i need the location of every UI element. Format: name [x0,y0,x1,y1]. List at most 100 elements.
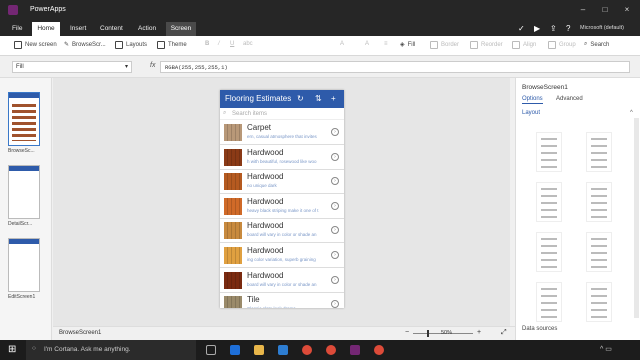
font-size-down-button[interactable]: A [365,41,369,47]
layout-option[interactable] [586,182,612,222]
powerapps-taskbar-icon[interactable] [350,345,360,355]
tab-file[interactable]: File [12,25,22,32]
border-button[interactable]: Border [430,41,459,49]
app-screen-preview[interactable]: Flooring Estimates ↻ ⇅ + ⌕ Search items … [220,90,344,308]
screen-thumbnail-detail[interactable] [8,165,40,219]
layout-option[interactable] [586,132,612,172]
strike-button[interactable]: abc [243,41,253,47]
help-icon[interactable]: ? [566,24,570,33]
item-thumbnail [224,148,242,166]
layouts-button[interactable]: Layouts [115,41,147,49]
layout-option[interactable] [536,282,562,322]
search-box[interactable]: ⌕ Search items [220,108,344,120]
layout-option[interactable] [586,282,612,322]
chrome-icon[interactable] [302,345,312,355]
layout-option[interactable] [536,182,562,222]
gallery-item[interactable]: Hardwood ing color variation, superb grai… [220,244,344,268]
fill-button[interactable]: ◈ Fill [400,41,415,49]
chevron-right-icon[interactable]: › [331,128,339,136]
item-title: Hardwood [247,172,284,182]
gallery-item[interactable]: Hardwood h with beautiful, rosewood like … [220,146,344,170]
add-icon[interactable]: + [331,94,336,103]
system-tray-icon[interactable]: ^ ▭ [600,345,612,353]
item-title: Hardwood [247,246,284,255]
layout-option[interactable] [586,232,612,272]
windows-start-icon[interactable]: ⊞ [8,344,16,355]
play-icon[interactable]: ▶ [534,24,540,33]
edge-icon[interactable] [230,345,240,355]
share-icon[interactable]: ⇪ [550,24,557,33]
screen-thumbnail-edit[interactable] [8,238,40,292]
item-title: Hardwood [247,196,284,206]
account-label[interactable]: Microsoft (default) [580,25,624,31]
tab-screen[interactable]: Screen [166,22,196,36]
fit-to-window-icon[interactable]: ⤢ [501,329,507,337]
tab-action[interactable]: Action [138,25,156,32]
file-explorer-icon[interactable] [254,345,264,355]
chevron-right-icon[interactable]: › [331,152,339,161]
task-view-icon[interactable] [206,345,216,355]
store-icon[interactable] [278,345,288,355]
zoom-level: 50% [441,330,453,336]
tab-options[interactable]: Options [522,96,543,104]
screen-selector-button[interactable]: ✎ BrowseScr... [64,41,106,49]
properties-scrollbar[interactable] [634,118,639,318]
gallery-item[interactable]: Carpet ern, casual atmosphere that invite… [220,121,344,145]
align-text-button[interactable]: ≡ [384,41,388,47]
item-description: ing color variation, superb graining [247,257,316,262]
bold-button[interactable]: B [205,41,209,47]
microphone-icon: ○ [32,345,36,352]
cortana-search-box[interactable]: ○ I'm Cortana. Ask me anything. [26,340,196,360]
chevron-right-icon[interactable]: › [331,300,339,308]
layout-option[interactable] [536,232,562,272]
new-screen-button[interactable]: New screen [14,41,57,49]
gallery-item[interactable]: Hardwood heavy black striping make it one… [220,195,344,219]
chevron-right-icon[interactable]: › [331,177,339,186]
tab-insert[interactable]: Insert [70,25,86,32]
underline-button[interactable]: U [230,41,234,47]
layout-section-label[interactable]: Layout [522,110,540,116]
italic-button[interactable]: / [218,41,220,47]
zoom-slider-handle[interactable] [427,330,429,337]
maximize-icon[interactable]: □ [600,5,610,15]
minimize-icon[interactable]: – [578,5,588,15]
item-thumbnail [224,124,242,141]
gallery-item[interactable]: Hardwood no unique dark › [220,170,344,195]
reorder-button[interactable]: Reorder [470,41,503,49]
chevron-right-icon[interactable]: › [331,251,339,259]
theme-button[interactable]: Theme [157,41,187,49]
data-sources-label[interactable]: Data sources [522,326,557,332]
close-icon[interactable]: × [622,5,632,15]
chrome-icon-2[interactable] [326,345,336,355]
zoom-in-icon[interactable]: + [477,329,481,336]
font-size-up-button[interactable]: A [340,41,344,47]
gallery-item[interactable]: Hardwood board will vary in color or shad… [220,219,344,244]
zoom-out-icon[interactable]: − [405,329,409,336]
screen-label-detail: DetailScr... [8,221,33,227]
chevron-up-icon[interactable]: ^ [630,110,633,116]
sort-icon[interactable]: ⇅ [315,94,322,103]
tab-home[interactable]: Home [32,22,60,36]
align-button[interactable]: Align [512,41,536,49]
gallery-item[interactable]: TileClassic slate look drama› [220,293,344,308]
refresh-icon[interactable]: ↻ [297,94,304,103]
formula-input[interactable]: RGBA(255,255,255,1) [160,61,630,73]
layout-option[interactable] [536,132,562,172]
gallery-item[interactable]: Hardwood board will vary in color or shad… [220,269,344,293]
chevron-right-icon[interactable]: › [331,275,339,284]
status-screen-name[interactable]: BrowseScreen1 [59,330,101,336]
tab-advanced[interactable]: Advanced [556,96,583,102]
search-button[interactable]: ⌕ Search [584,41,609,48]
item-title: Hardwood [247,147,284,157]
item-description: Classic slate look drama [247,306,329,308]
chevron-right-icon[interactable]: › [331,226,339,235]
group-button[interactable]: Group [548,41,576,49]
tab-content[interactable]: Content [100,25,123,32]
screen-thumbnail-browse[interactable] [8,92,40,146]
chevron-right-icon[interactable]: › [331,201,339,210]
check-icon[interactable]: ✓ [518,24,525,33]
align-icon [512,41,520,49]
chrome-icon-3[interactable] [374,345,384,355]
formula-bar: Fill ▾ fx RGBA(255,255,255,1) [0,56,640,78]
property-dropdown[interactable]: Fill ▾ [12,61,132,73]
